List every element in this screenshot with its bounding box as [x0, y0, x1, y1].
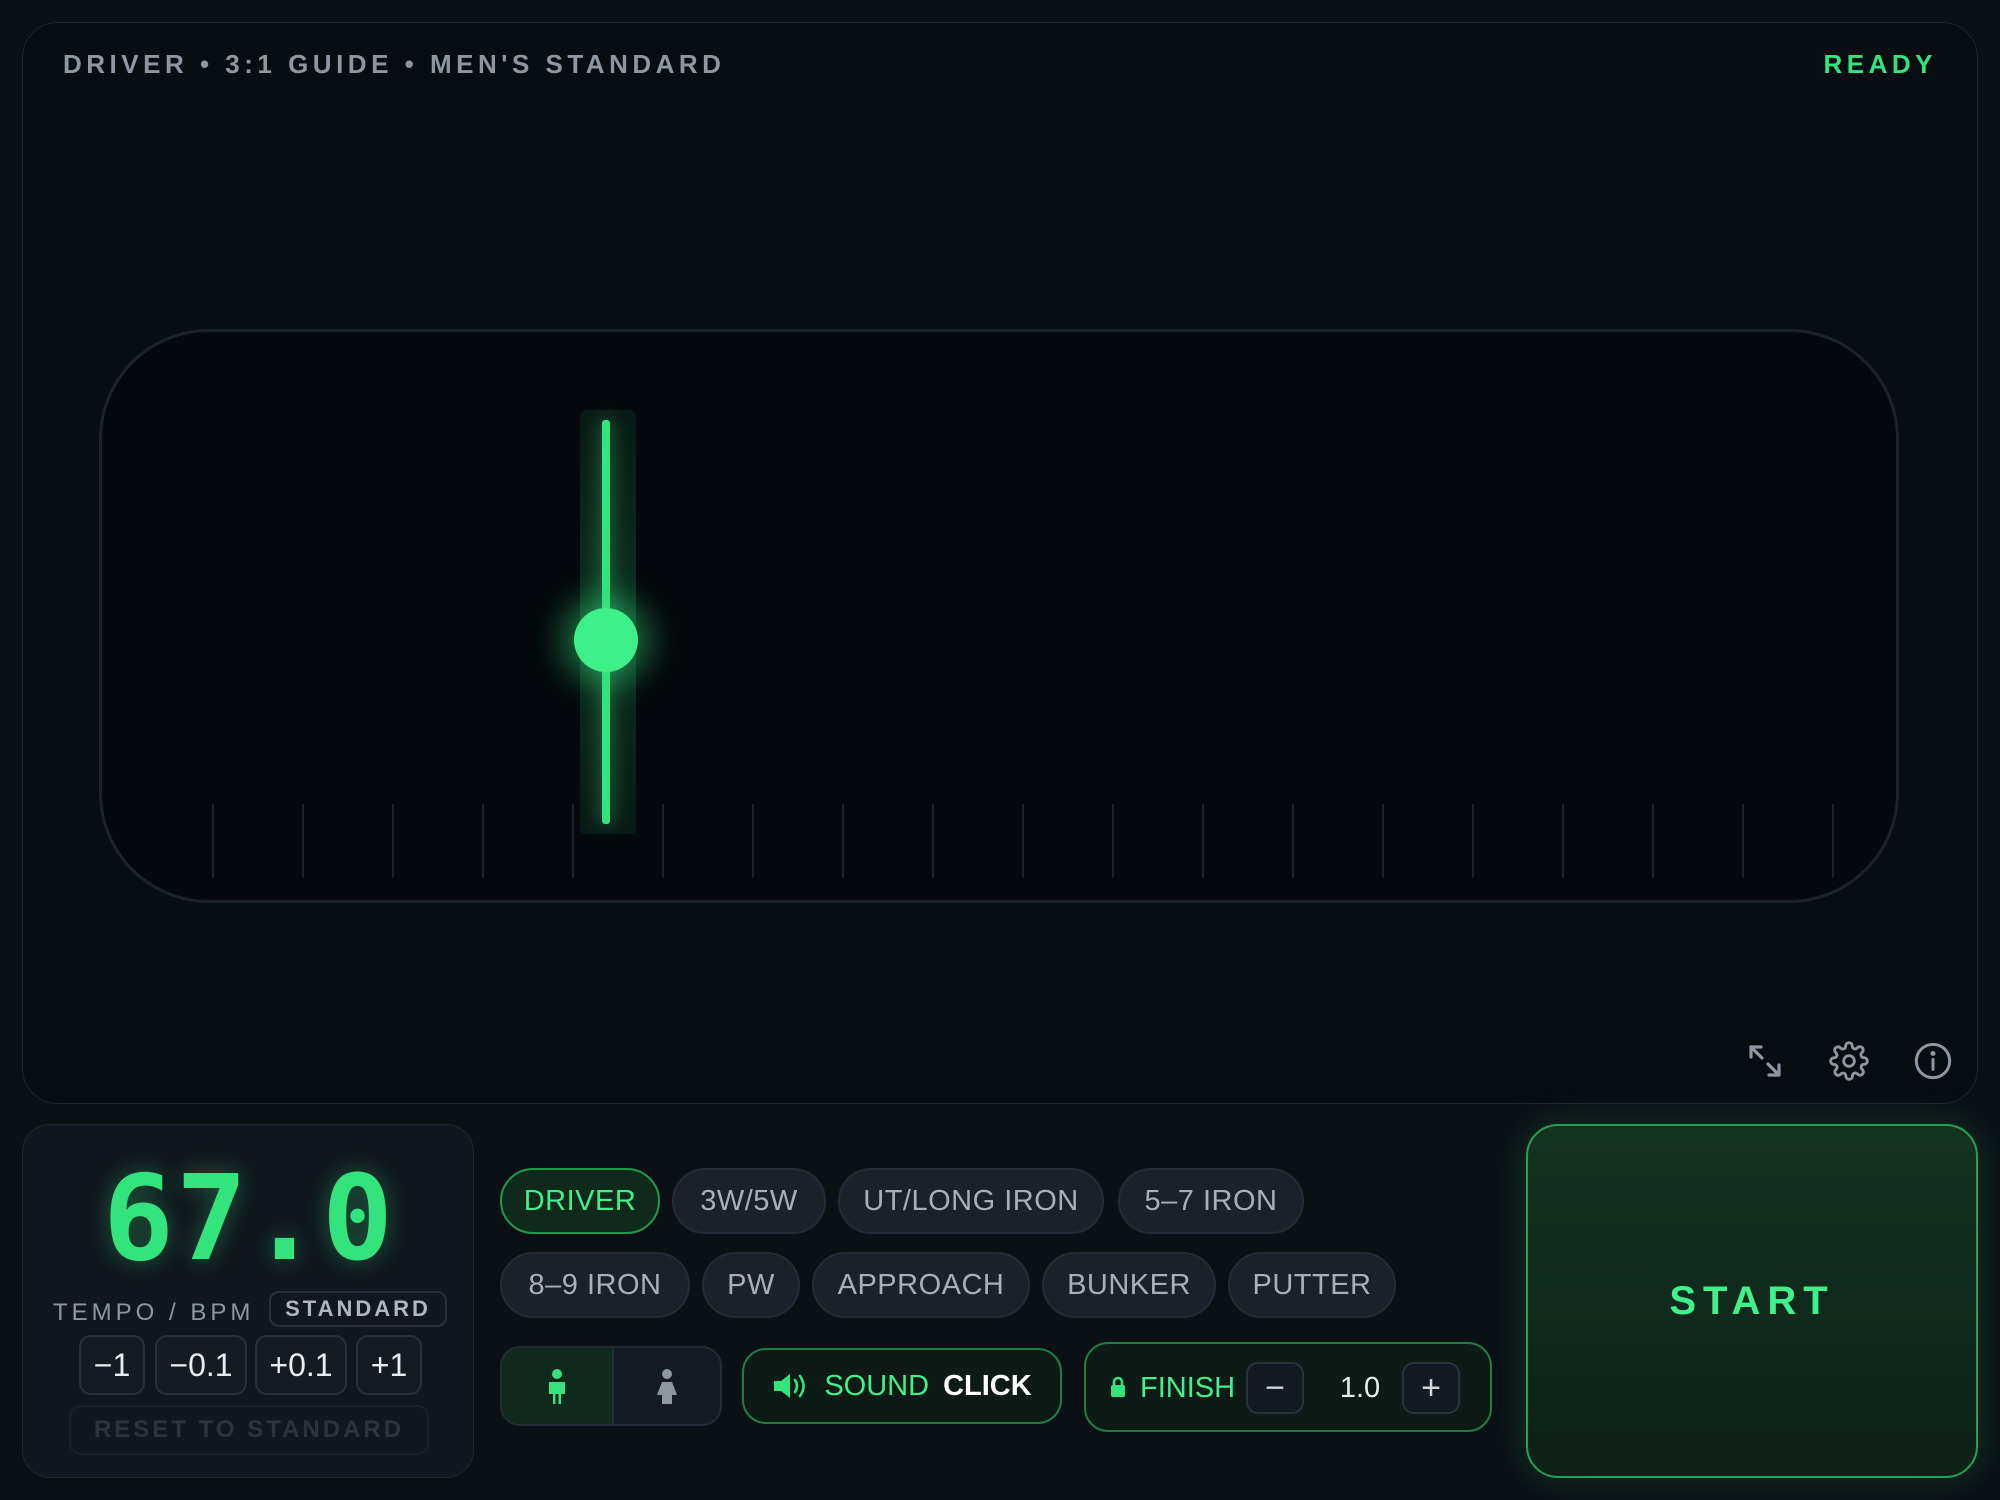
male-figure-icon: [549, 1369, 565, 1404]
track-tick: [392, 804, 394, 878]
tempo-track: [99, 329, 1899, 903]
female-stance-option[interactable]: [612, 1348, 720, 1424]
tempo-pointer-ball: [574, 608, 638, 672]
club-chip-8-9-iron[interactable]: 8–9 IRON: [500, 1252, 690, 1318]
tempo-panel: 67.0 TEMPO / BPM STANDARD −1 −0.1 +0.1 +…: [22, 1124, 474, 1478]
tempo-plus-1-button[interactable]: +1: [356, 1335, 422, 1395]
track-tick: [752, 804, 754, 878]
female-figure-icon: [657, 1369, 677, 1404]
track-tick: [302, 804, 304, 878]
club-chip-ut-long-iron[interactable]: UT/LONG IRON: [838, 1168, 1104, 1234]
club-chip-driver[interactable]: DRIVER: [500, 1168, 660, 1234]
club-chip-putter[interactable]: PUTTER: [1228, 1252, 1396, 1318]
track-tick: [1382, 804, 1384, 878]
club-chip-3w-5w[interactable]: 3W/5W: [672, 1168, 826, 1234]
finish-label: FINISH: [1140, 1372, 1236, 1404]
track-tick: [1562, 804, 1564, 878]
speaker-icon: [774, 1374, 806, 1398]
tempo-minus-1-button[interactable]: −1: [79, 1335, 145, 1395]
tempo-plus-0-1-button[interactable]: +0.1: [255, 1335, 347, 1395]
gear-icon[interactable]: [1827, 1039, 1871, 1083]
club-chip-5-7-iron[interactable]: 5–7 IRON: [1118, 1168, 1304, 1234]
track-tick: [662, 804, 664, 878]
status-indicator: READY: [1823, 49, 1937, 79]
lock-icon: [1111, 1376, 1125, 1397]
finish-increase-button[interactable]: +: [1402, 1362, 1460, 1414]
standard-badge: STANDARD: [269, 1291, 447, 1327]
swing-visualizer-panel: DRIVER • 3:1 GUIDE • MEN'S STANDARD READ…: [22, 22, 1978, 1104]
club-chip-pw[interactable]: PW: [702, 1252, 800, 1318]
track-tick: [1202, 804, 1204, 878]
track-tick: [932, 804, 934, 878]
track-tick: [1742, 804, 1744, 878]
stance-toggle: [500, 1346, 722, 1426]
sound-label: SOUND: [824, 1369, 930, 1402]
track-tick: [842, 804, 844, 878]
club-chip-bunker[interactable]: BUNKER: [1042, 1252, 1216, 1318]
finish-value: 1.0: [1339, 1372, 1381, 1404]
track-tick: [1292, 804, 1294, 878]
expand-icon[interactable]: [1743, 1039, 1787, 1083]
tempo-value: 67.0: [102, 1149, 396, 1287]
track-tick: [1112, 804, 1114, 878]
finish-control: FINISH − 1.0 +: [1084, 1342, 1492, 1432]
finish-decrease-button[interactable]: −: [1246, 1362, 1304, 1414]
tempo-minus-0-1-button[interactable]: −0.1: [155, 1335, 247, 1395]
track-tick: [572, 804, 574, 878]
track-tick: [1022, 804, 1024, 878]
sound-value: CLICK: [943, 1369, 1032, 1402]
club-chip-approach[interactable]: APPROACH: [812, 1252, 1030, 1318]
sound-toggle[interactable]: SOUND CLICK: [742, 1348, 1062, 1424]
track-tick: [212, 804, 214, 878]
tempo-label: TEMPO / BPM: [53, 1299, 255, 1326]
track-tick: [1832, 804, 1834, 878]
track-tick: [1472, 804, 1474, 878]
session-caption: DRIVER • 3:1 GUIDE • MEN'S STANDARD: [63, 49, 726, 79]
track-tick: [482, 804, 484, 878]
start-button[interactable]: START: [1526, 1124, 1978, 1478]
track-tick: [1652, 804, 1654, 878]
reset-to-standard-button[interactable]: RESET TO STANDARD: [69, 1405, 429, 1455]
male-stance-option[interactable]: [502, 1348, 614, 1424]
info-icon[interactable]: [1911, 1039, 1955, 1083]
